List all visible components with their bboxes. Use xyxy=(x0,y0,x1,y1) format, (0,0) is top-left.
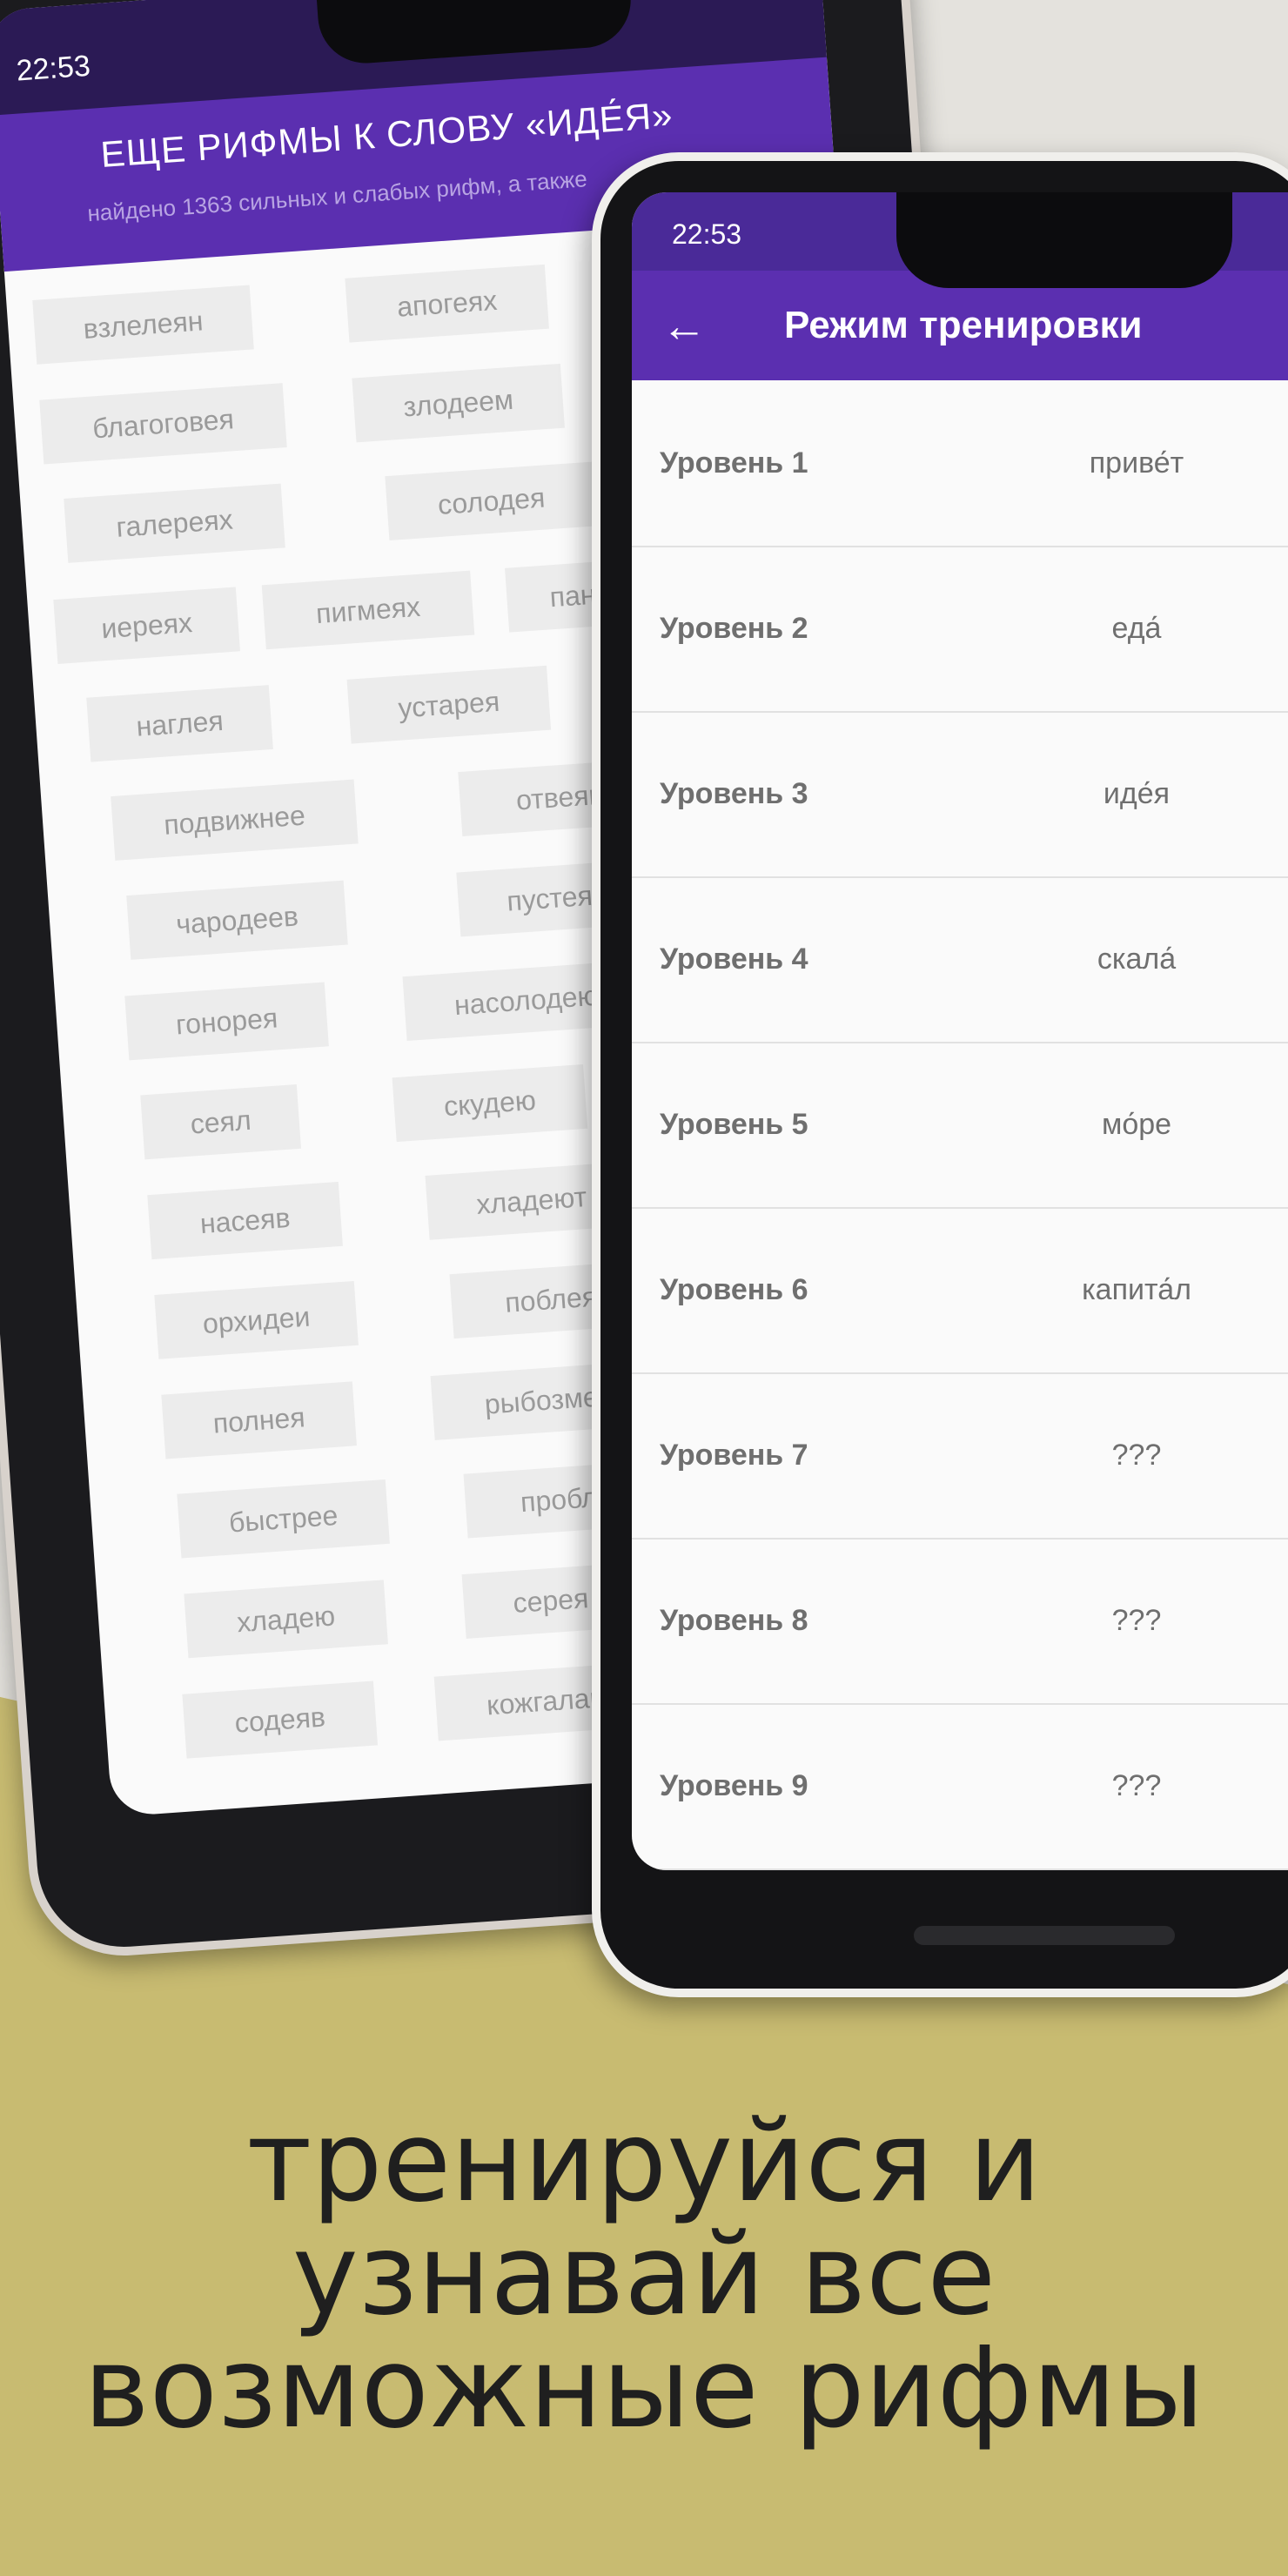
rhyme-chip[interactable]: хладею xyxy=(184,1580,388,1659)
rhyme-chip[interactable]: скудею xyxy=(392,1063,588,1143)
level-name: Уровень 8 xyxy=(660,1604,808,1637)
rhyme-chip[interactable]: содеяв xyxy=(182,1680,379,1759)
rhyme-chip[interactable]: наглея xyxy=(86,685,273,762)
promo-caption: тренируйся и узнавай все возможные рифмы xyxy=(0,2106,1288,2445)
rhyme-chip[interactable]: взлелеян xyxy=(32,285,254,365)
level-row[interactable]: Уровень 2 еда́ xyxy=(632,546,1288,713)
rhyme-chip[interactable]: полнея xyxy=(161,1381,357,1459)
back-status-time: 22:53 xyxy=(15,49,92,88)
level-word: капита́л xyxy=(1082,1273,1191,1306)
arrow-left-icon[interactable]: ← xyxy=(661,302,707,351)
level-name: Уровень 6 xyxy=(660,1273,808,1306)
front-phone: 22:53 ← Режим тренировки Уровень 1 приве́… xyxy=(592,152,1288,1997)
caption-line: тренируйся и xyxy=(246,2097,1042,2227)
caption-line: возможные рифмы xyxy=(84,2324,1204,2453)
level-row[interactable]: Уровень 4 скала́ xyxy=(632,876,1288,1043)
rhyme-chip[interactable]: сеял xyxy=(140,1083,301,1160)
level-name: Уровень 7 xyxy=(660,1439,808,1472)
level-row[interactable]: Уровень 9??? xyxy=(632,1703,1288,1870)
front-phone-screen: 22:53 ← Режим тренировки Уровень 1 приве́… xyxy=(632,192,1288,1870)
rhyme-chip[interactable]: орхидеи xyxy=(154,1280,359,1359)
rhyme-chip[interactable]: устарея xyxy=(346,665,552,744)
level-row[interactable]: Уровень 5 мо́ре xyxy=(632,1042,1288,1209)
level-name: Уровень 5 xyxy=(660,1108,808,1141)
level-word: мо́ре xyxy=(1101,1108,1172,1141)
rhyme-chip[interactable]: пигмеях xyxy=(261,570,475,650)
rhyme-chip[interactable]: благоговея xyxy=(39,383,287,465)
rhyme-chip[interactable]: злодеем xyxy=(352,363,565,443)
rhyme-chip[interactable]: солодея xyxy=(385,461,598,541)
training-title: Режим тренировки xyxy=(784,304,1143,346)
home-indicator xyxy=(914,1926,1175,1945)
rhyme-chip[interactable]: быстрее xyxy=(177,1479,390,1559)
level-word: ??? xyxy=(1111,1604,1162,1637)
level-name: Уровень 4 xyxy=(660,943,808,976)
level-row[interactable]: Уровень 3 иде́я xyxy=(632,711,1288,878)
level-row[interactable]: Уровень 7??? xyxy=(632,1372,1288,1540)
level-word: ??? xyxy=(1111,1439,1162,1472)
level-word: иде́я xyxy=(1103,777,1171,810)
level-row[interactable]: Уровень 8??? xyxy=(632,1538,1288,1705)
level-name: Уровень 9 xyxy=(660,1769,808,1802)
level-row[interactable]: Уровень 6 капита́л xyxy=(632,1207,1288,1374)
rhyme-chip[interactable]: насеяв xyxy=(147,1181,343,1260)
level-name: Уровень 2 xyxy=(660,612,808,645)
rhyme-chip[interactable]: чародеев xyxy=(126,880,348,960)
level-word: ??? xyxy=(1111,1769,1162,1802)
front-status-time: 22:53 xyxy=(672,218,742,250)
level-word: скала́ xyxy=(1097,943,1177,976)
level-row[interactable]: Уровень 1 приве́т xyxy=(632,380,1288,547)
level-word: еда́ xyxy=(1111,612,1162,645)
rhyme-chip[interactable]: апогеях xyxy=(345,264,549,343)
level-name: Уровень 3 xyxy=(660,777,808,810)
level-name: Уровень 1 xyxy=(660,446,808,480)
rhyme-chip[interactable]: иереях xyxy=(53,587,240,664)
front-phone-notch xyxy=(896,192,1232,288)
caption-line: узнавай все xyxy=(292,2210,996,2340)
rhyme-chip[interactable]: галереях xyxy=(64,483,285,563)
rhyme-chip[interactable]: гонорея xyxy=(124,982,329,1061)
rhyme-chip[interactable]: подвижнее xyxy=(111,779,359,861)
level-word: приве́т xyxy=(1089,446,1184,480)
